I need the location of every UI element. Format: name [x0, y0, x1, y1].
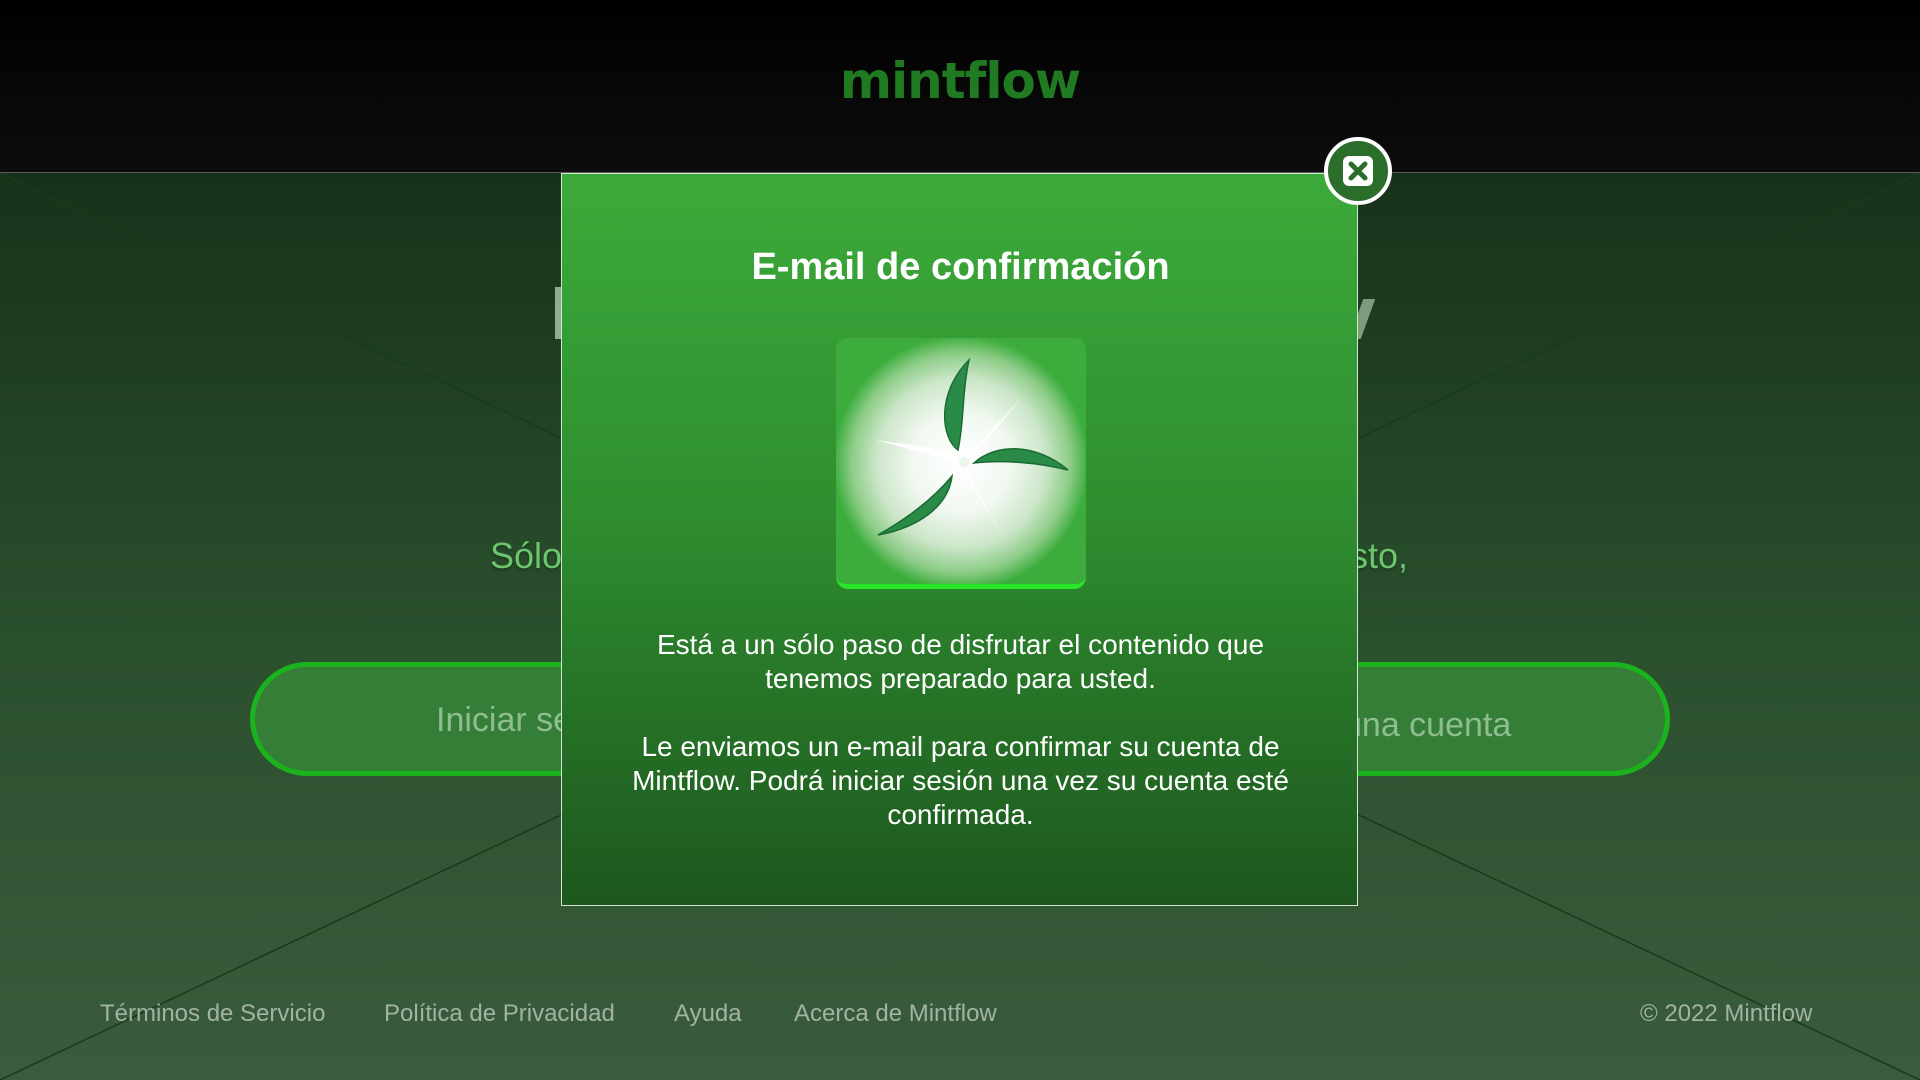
modal-paragraph-intro: Está a un sólo paso de disfrutar el cont… — [656, 629, 1265, 694]
modal-paragraph-instructions: Le enviamos un e-mail para confirmar su … — [632, 731, 1289, 830]
footer-link-help[interactable]: Ayuda — [674, 1000, 742, 1028]
footer-copyright: © 2022 Mintflow — [1640, 1000, 1813, 1027]
footer-link-terms[interactable]: Términos de Servicio — [100, 1000, 325, 1028]
site-header: mintflow — [0, 0, 1920, 173]
confirmation-email-modal: E-mail de confirmación Está a un sólo pa… — [561, 173, 1358, 906]
login-button-label: Iniciar se — [436, 701, 573, 739]
modal-title: E-mail de confirmación — [751, 246, 1170, 288]
close-icon — [1343, 156, 1373, 186]
mintflow-pinwheel-icon — [836, 338, 1086, 589]
mintflow-logo[interactable]: mintflow — [0, 52, 1920, 110]
modal-close-button[interactable] — [1324, 137, 1392, 205]
footer-link-about[interactable]: Acerca de Mintflow — [794, 1000, 997, 1028]
hero-subtitle-fragment-left: Sólo — [490, 535, 563, 576]
create-account-button-label: una cuenta — [1343, 706, 1512, 744]
footer-link-privacy[interactable]: Política de Privacidad — [384, 1000, 615, 1028]
